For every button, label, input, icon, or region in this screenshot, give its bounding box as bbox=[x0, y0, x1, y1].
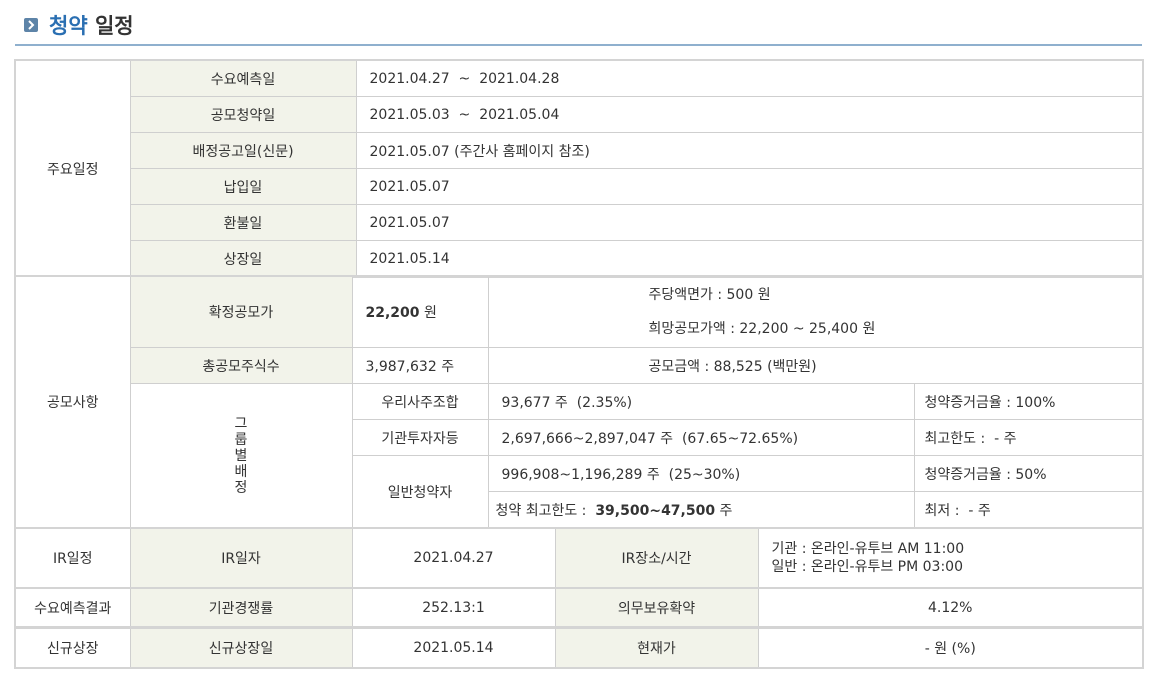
row-label: 수요예측일 bbox=[129, 59, 357, 97]
current-price-label: 현재가 bbox=[554, 627, 759, 669]
lockup-label: 의무보유확약 bbox=[554, 587, 759, 628]
lockup-value: 4.12% bbox=[757, 587, 1144, 628]
table-row: 그 룹 별 배 정 우리사주조합 93,677 주 (2.35%) 청약증거금율… bbox=[15, 383, 1144, 529]
row-value: 2021.05.07 bbox=[355, 168, 1144, 205]
ir-place-line2: 일반 : 온라인-유투브 PM 03:00 bbox=[771, 559, 963, 575]
current-price-value: - 원 (%) bbox=[757, 627, 1144, 669]
retail-limit-cell: 청약 최고한도 : 39,500~47,500 주 bbox=[487, 491, 915, 529]
confirmed-price-unit: 원 bbox=[419, 305, 437, 321]
row-label: 납입일 bbox=[129, 168, 357, 205]
row-label: 환불일 bbox=[129, 204, 357, 241]
row-value: 2021.05.07 (주간사 홈페이지 참조) bbox=[355, 132, 1144, 169]
price-detail-cell: 주당액면가 : 500 원 희망공모가액 : 22,200 ~ 25,400 원 bbox=[487, 275, 1144, 348]
table-row: 수요예측결과 기관경쟁률 252.13:1 의무보유확약 4.12% bbox=[14, 587, 1144, 628]
retail-limit-unit: 주 bbox=[715, 502, 733, 519]
ir-place-label: IR장소/시간 bbox=[554, 527, 759, 589]
group-char: 그 bbox=[234, 415, 248, 432]
title-rest: 일정 bbox=[87, 14, 134, 38]
confirmed-price-value: 22,200 bbox=[365, 305, 420, 321]
group-char: 정 bbox=[234, 479, 248, 496]
employee-value: 93,677 주 (2.35%) bbox=[487, 383, 915, 420]
category-label: 공모사항 bbox=[14, 275, 131, 529]
total-shares-value: 3,987,632 주 bbox=[351, 347, 489, 384]
par-value: 주당액면가 : 500 원 bbox=[648, 287, 771, 303]
table-row: 총공모주식수 3,987,632 주 공모금액 : 88,525 (백만원) bbox=[15, 347, 1144, 384]
confirmed-price-label: 확정공모가 bbox=[129, 275, 353, 348]
row-label: 배정공고일(신문) bbox=[129, 132, 357, 169]
retail-note: 청약증거금율 : 50% bbox=[913, 455, 1144, 492]
desired-price: 희망공모가액 : 22,200 ~ 25,400 원 bbox=[648, 321, 876, 337]
row-value: 2021.05.03 ~ 2021.05.04 bbox=[355, 96, 1144, 133]
offering-table: 공모사항 확정공모가 22,200 원 주당액면가 : 500 원 희망공모가액… bbox=[14, 275, 1144, 529]
section-header: 청약 일정 bbox=[15, 0, 1142, 46]
institution-label: 기관투자자등 bbox=[351, 419, 489, 456]
institution-note: 최고한도 : - 주 bbox=[913, 419, 1144, 456]
arrow-right-icon bbox=[24, 18, 38, 32]
offering-amount: 공모금액 : 88,525 (백만원) bbox=[487, 347, 1144, 384]
retail-min: 최저 : - 주 bbox=[913, 491, 1144, 529]
table-row: 납입일 2021.05.07 bbox=[15, 168, 1144, 205]
group-char: 별 bbox=[234, 447, 248, 464]
page-title: 청약 일정 bbox=[49, 10, 134, 40]
ir-place-cell: 기관 : 온라인-유투브 AM 11:00 일반 : 온라인-유투브 PM 03… bbox=[757, 527, 1144, 589]
table-row: 주요일정 수요예측일 2021.04.27 ~ 2021.04.28 bbox=[14, 59, 1144, 278]
group-allocation-label: 그 룹 별 배 정 bbox=[129, 383, 353, 529]
title-highlight: 청약 bbox=[49, 14, 88, 38]
table-row: 공모청약일 2021.05.03 ~ 2021.05.04 bbox=[15, 96, 1144, 133]
table-row: IR일정 IR일자 2021.04.27 IR장소/시간 기관 : 온라인-유투… bbox=[14, 527, 1144, 589]
ir-date-label: IR일자 bbox=[129, 527, 353, 589]
retail-limit-prefix: 청약 최고한도 : bbox=[495, 502, 596, 519]
group-char: 배 bbox=[234, 463, 248, 480]
competition-value: 252.13:1 bbox=[351, 587, 556, 628]
category-label: 주요일정 bbox=[14, 59, 131, 278]
ir-date-value: 2021.04.27 bbox=[351, 527, 556, 589]
listing-table: 신규상장 신규상장일 2021.05.14 현재가 - 원 (%) bbox=[14, 627, 1144, 669]
total-shares-label: 총공모주식수 bbox=[129, 347, 353, 384]
demand-table: 수요예측결과 기관경쟁률 252.13:1 의무보유확약 4.12% bbox=[14, 587, 1144, 628]
confirmed-price-cell: 22,200 원 bbox=[351, 275, 489, 348]
category-label: 신규상장 bbox=[14, 627, 131, 669]
ir-place-line1: 기관 : 온라인-유투브 AM 11:00 bbox=[771, 541, 965, 557]
schedule-table: 주요일정 수요예측일 2021.04.27 ~ 2021.04.28 공모청약일… bbox=[14, 59, 1144, 278]
table-row: 배정공고일(신문) 2021.05.07 (주간사 홈페이지 참조) bbox=[15, 132, 1144, 169]
table-row: 신규상장 신규상장일 2021.05.14 현재가 - 원 (%) bbox=[14, 627, 1144, 669]
row-label: 공모청약일 bbox=[129, 96, 357, 133]
category-label: 수요예측결과 bbox=[14, 587, 131, 628]
row-value: 2021.05.07 bbox=[355, 204, 1144, 241]
employee-label: 우리사주조합 bbox=[351, 383, 489, 420]
employee-note: 청약증거금율 : 100% bbox=[913, 383, 1144, 420]
group-char: 룹 bbox=[234, 431, 248, 448]
retail-label: 일반청약자 bbox=[351, 455, 489, 529]
listing-date-value: 2021.05.14 bbox=[351, 627, 556, 669]
retail-limit-value: 39,500~47,500 bbox=[595, 502, 716, 519]
row-value: 2021.04.27 ~ 2021.04.28 bbox=[355, 59, 1144, 97]
row-value: 2021.05.14 bbox=[355, 240, 1144, 278]
ir-table: IR일정 IR일자 2021.04.27 IR장소/시간 기관 : 온라인-유투… bbox=[14, 527, 1144, 589]
row-label: 상장일 bbox=[129, 240, 357, 278]
listing-date-label: 신규상장일 bbox=[129, 627, 353, 669]
institution-value: 2,697,666~2,897,047 주 (67.65~72.65%) bbox=[487, 419, 915, 456]
group-allocation-vertical: 그 룹 별 배 정 bbox=[235, 416, 248, 496]
table-row: 공모사항 확정공모가 22,200 원 주당액면가 : 500 원 희망공모가액… bbox=[14, 275, 1144, 529]
table-row: 환불일 2021.05.07 bbox=[15, 204, 1144, 241]
competition-label: 기관경쟁률 bbox=[129, 587, 353, 628]
table-row: 상장일 2021.05.14 bbox=[15, 240, 1144, 278]
category-label: IR일정 bbox=[14, 527, 131, 589]
retail-value: 996,908~1,196,289 주 (25~30%) bbox=[487, 455, 915, 492]
